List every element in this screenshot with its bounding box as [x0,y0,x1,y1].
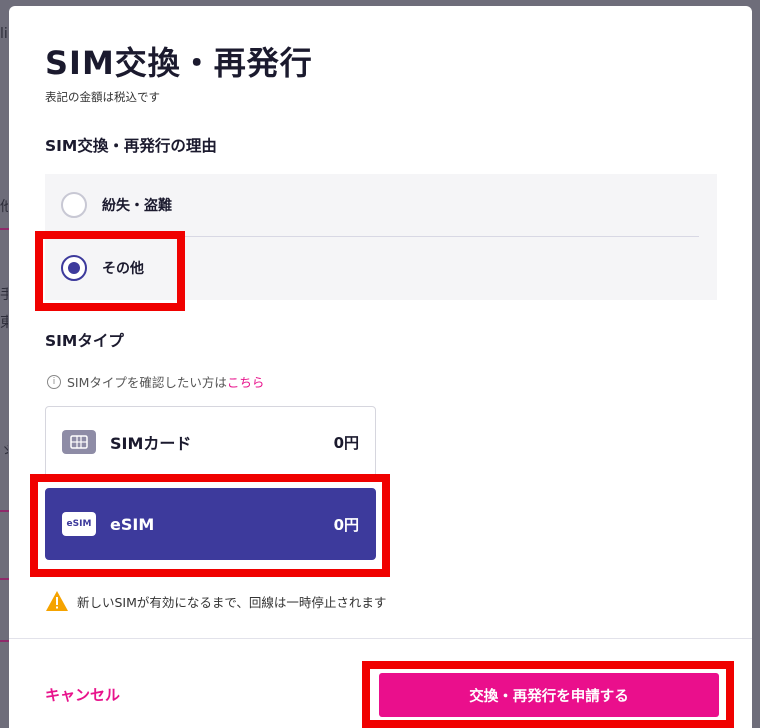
background-text: 他 [0,199,8,215]
background-accent [0,640,9,642]
background-text: 手 [0,287,8,303]
cancel-button[interactable]: キャンセル [45,684,120,705]
background-accent [0,228,9,230]
sim-option-esim[interactable]: eSIM eSIM 0円 [45,488,376,560]
modal-title: SIM交換・再発行 [45,44,313,82]
sim-card-icon [62,430,96,454]
sim-type-heading: SIMタイプ [45,332,124,350]
sim-type-info-link[interactable]: こちら [227,372,265,391]
tax-note: 表記の金額は税込です [45,90,160,104]
background-text: li [0,26,8,42]
sim-type-info: i SIMタイプを確認したい方は こちら [47,372,264,391]
divider [61,236,699,237]
background-accent [0,578,9,580]
sim-option-sim-card[interactable]: SIMカード 0円 [45,406,376,478]
background-text: ゞ [0,443,8,459]
sim-option-price: 0円 [333,433,359,452]
radio-checked-icon[interactable] [61,255,87,281]
sim-option-price: 0円 [333,515,359,534]
reason-option-lost-stolen[interactable]: 紛失・盗難 [61,185,172,225]
background-accent [0,510,9,512]
sim-type-info-text: SIMタイプを確認したい方は [67,375,227,390]
suspension-warning: 新しいSIMが有効になるまで、回線は一時停止されます [45,590,386,612]
warning-text: 新しいSIMが有効になるまで、回線は一時停止されます [77,594,387,610]
reason-options: 紛失・盗難 その他 [45,174,717,300]
reason-option-label: 紛失・盗難 [102,198,172,214]
reason-heading: SIM交換・再発行の理由 [45,137,217,155]
reason-option-other[interactable]: その他 [61,248,144,288]
warning-icon [46,591,68,611]
reason-option-label: その他 [102,261,144,277]
radio-unchecked-icon[interactable] [61,192,87,218]
sim-option-name: eSIM [110,514,155,534]
background-text: 東 [0,315,8,331]
sim-reissue-modal: SIM交換・再発行 表記の金額は税込です SIM交換・再発行の理由 紛失・盗難 … [9,6,752,728]
sim-option-name: SIMカード [110,434,192,453]
submit-reissue-button[interactable]: 交換・再発行を申請する [379,673,719,717]
info-icon: i [47,374,61,389]
footer-divider [9,638,752,639]
esim-icon: eSIM [62,512,96,536]
